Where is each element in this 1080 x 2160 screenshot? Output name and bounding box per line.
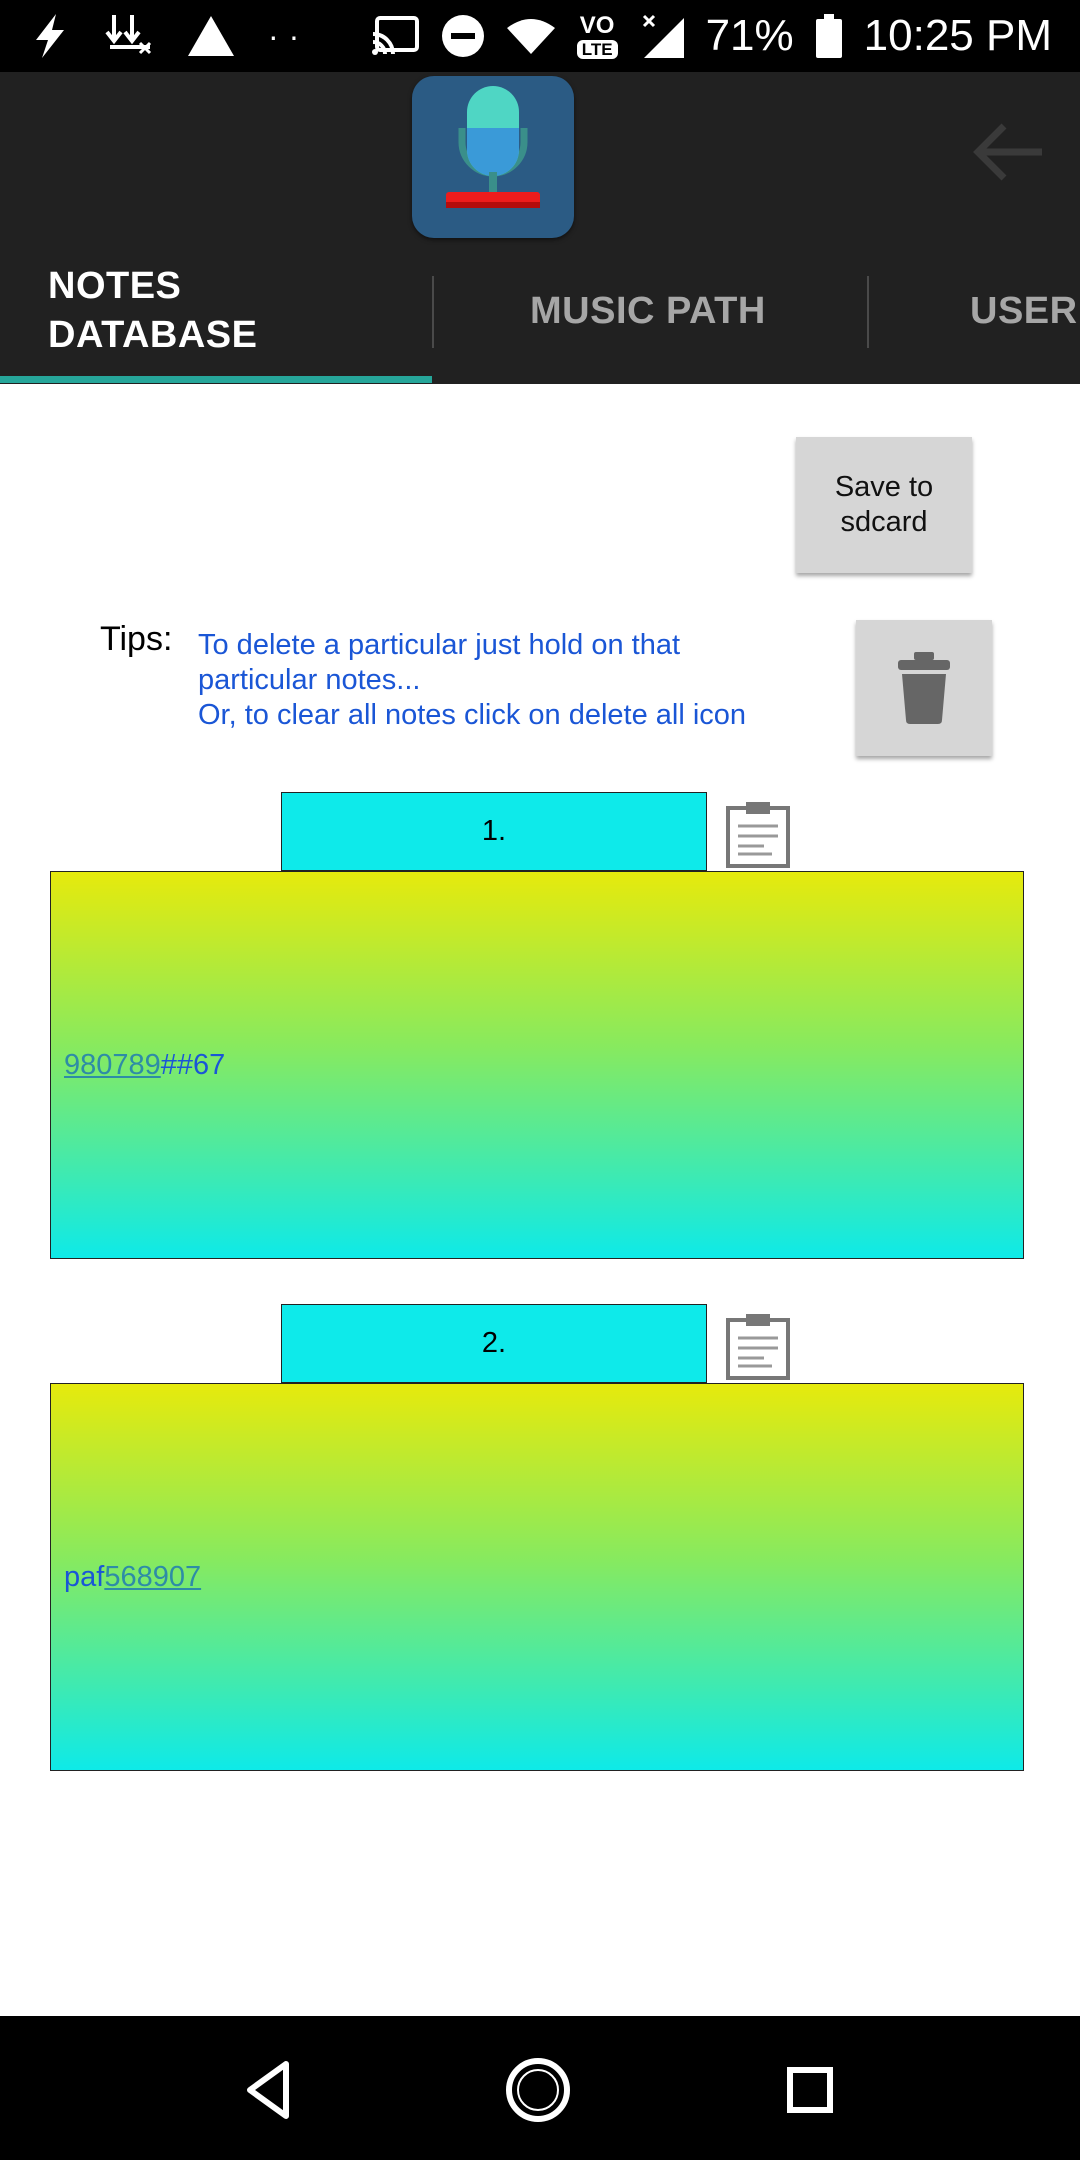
status-bar-right: VO LTE 71% 10:25 PM bbox=[371, 8, 1052, 64]
save-to-sdcard-label: Save to sdcard bbox=[835, 470, 933, 540]
back-nav-icon[interactable] bbox=[236, 2056, 304, 2124]
do-not-disturb-icon bbox=[441, 15, 484, 57]
note-card[interactable]: paf568907 bbox=[50, 1383, 1024, 1771]
note-link[interactable]: 980789 bbox=[64, 1049, 161, 1081]
status-bar-left: ·· bbox=[30, 10, 309, 62]
tab-divider bbox=[432, 276, 434, 348]
tips-line: particular notes... bbox=[198, 664, 421, 696]
tab-notes-database-label-line1: NOTES bbox=[48, 265, 182, 307]
app-logo bbox=[412, 76, 574, 238]
note-text-rest: ##67 bbox=[160, 1048, 226, 1081]
warning-icon bbox=[188, 16, 234, 56]
clock: 10:25 PM bbox=[863, 11, 1052, 60]
tips-line: Or, to clear all notes click on delete a… bbox=[198, 699, 747, 731]
tab-music-path-label: MUSIC PATH bbox=[530, 289, 766, 332]
tab-music-path[interactable]: MUSIC PATH bbox=[530, 238, 830, 384]
save-to-sdcard-button[interactable]: Save to sdcard bbox=[796, 437, 972, 573]
clipboard-icon[interactable] bbox=[724, 1312, 792, 1380]
note-number-header: 1. bbox=[281, 792, 707, 871]
note-text: paf568907 bbox=[64, 1561, 201, 1594]
battery-icon bbox=[815, 14, 842, 58]
note-number: 1. bbox=[481, 815, 507, 847]
signal-icon bbox=[642, 14, 684, 58]
note-text-prefix: paf bbox=[64, 1560, 105, 1593]
tips-line: To delete a particular just hold on that bbox=[198, 629, 681, 661]
delete-all-button[interactable] bbox=[856, 620, 992, 756]
tab-user[interactable]: USER bbox=[970, 238, 1080, 384]
tab-bar: NOTES DATABASE MUSIC PATH USER bbox=[0, 238, 1080, 384]
tab-notes-database[interactable]: NOTES DATABASE bbox=[48, 238, 428, 384]
tab-notes-database-label: NOTES DATABASE bbox=[48, 262, 257, 360]
clipboard-icon[interactable] bbox=[724, 800, 792, 868]
back-arrow-icon[interactable] bbox=[968, 112, 1048, 192]
home-nav-icon[interactable] bbox=[504, 2056, 572, 2124]
tab-divider bbox=[867, 276, 869, 348]
note-card[interactable]: 980789##67 bbox=[50, 871, 1024, 1259]
note-number-header: 2. bbox=[281, 1304, 707, 1383]
tab-indicator bbox=[0, 376, 432, 383]
microphone-icon bbox=[446, 86, 540, 208]
cast-icon bbox=[371, 16, 419, 55]
wifi-icon bbox=[506, 19, 555, 54]
download-icon bbox=[105, 15, 152, 55]
tips-label: Tips: bbox=[100, 620, 173, 658]
tab-user-label: USER bbox=[970, 289, 1078, 332]
note-text: 980789##67 bbox=[64, 1049, 225, 1082]
save-label-line1: Save to bbox=[834, 471, 934, 503]
volte-icon: VO LTE bbox=[576, 11, 618, 59]
save-label-line2: sdcard bbox=[840, 506, 928, 538]
note-link[interactable]: 568907 bbox=[104, 1561, 201, 1593]
volte-label: VO bbox=[579, 11, 615, 39]
trash-icon bbox=[898, 652, 950, 724]
tips-text: To delete a particular just hold on that… bbox=[198, 628, 838, 733]
battery-percent: 71% bbox=[705, 11, 794, 60]
status-bar: ·· VO LTE 71% 10:25 PM bbox=[0, 0, 1080, 72]
recents-nav-icon[interactable] bbox=[776, 2056, 844, 2124]
navigation-bar bbox=[0, 2016, 1080, 2160]
more-dots-icon: ·· bbox=[268, 17, 310, 54]
tab-notes-database-label-line2: DATABASE bbox=[48, 314, 258, 356]
flash-icon bbox=[36, 14, 64, 58]
note-number: 2. bbox=[481, 1327, 507, 1359]
network-badge: LTE bbox=[576, 39, 618, 59]
